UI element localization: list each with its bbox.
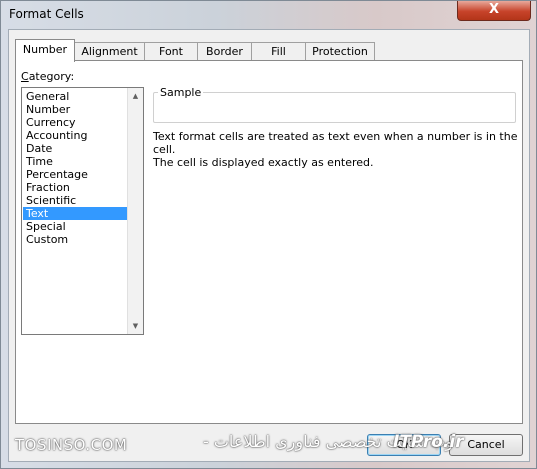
- dialog-title: Format Cells: [9, 7, 84, 21]
- scroll-down-icon[interactable]: ▼: [128, 318, 143, 334]
- scroll-up-icon[interactable]: ▲: [128, 88, 143, 104]
- category-list: General Number Currency Accounting Date Time P…: [23, 90, 127, 246]
- description-line-2: The cell is displayed exactly as entered…: [153, 156, 374, 169]
- tab-protection[interactable]: Protection: [305, 42, 375, 61]
- number-tab-panel: Category: General Number Currency Accountin…: [15, 60, 523, 424]
- tab-fill[interactable]: Fill: [251, 42, 306, 61]
- cancel-button[interactable]: Cancel: [449, 434, 523, 456]
- description-line-1: Text format cells are treated as text ev…: [153, 130, 518, 156]
- category-item-currency[interactable]: Currency: [23, 116, 127, 129]
- format-cells-dialog: Format Cells X Number Alignment Font Bor…: [0, 0, 537, 469]
- category-item-general[interactable]: General: [23, 90, 127, 103]
- close-icon: X: [488, 2, 500, 17]
- category-item-date[interactable]: Date: [23, 142, 127, 155]
- tab-border[interactable]: Border: [197, 42, 252, 61]
- dialog-client-area: Number Alignment Font Border Fill Protec…: [8, 29, 530, 462]
- close-button[interactable]: X: [457, 1, 531, 21]
- category-item-special[interactable]: Special: [23, 220, 127, 233]
- category-item-number[interactable]: Number: [23, 103, 127, 116]
- category-item-percentage[interactable]: Percentage: [23, 168, 127, 181]
- format-description: Text format cells are treated as text ev…: [153, 130, 518, 169]
- tab-font[interactable]: Font: [144, 42, 198, 61]
- category-item-fraction[interactable]: Fraction: [23, 181, 127, 194]
- tab-number[interactable]: Number: [15, 39, 75, 62]
- category-item-text[interactable]: Text: [23, 207, 127, 220]
- sample-group: Sample: [153, 86, 516, 123]
- title-bar[interactable]: Format Cells X: [1, 1, 536, 29]
- category-scrollbar[interactable]: ▲ ▼: [127, 88, 143, 334]
- category-item-scientific[interactable]: Scientific: [23, 194, 127, 207]
- category-item-accounting[interactable]: Accounting: [23, 129, 127, 142]
- sample-label: Sample: [158, 86, 204, 99]
- ok-button[interactable]: OK: [367, 434, 441, 456]
- category-label: Category:: [21, 70, 75, 83]
- category-item-time[interactable]: Time: [23, 155, 127, 168]
- category-listbox[interactable]: General Number Currency Accounting Date Time P…: [21, 87, 144, 335]
- tab-alignment[interactable]: Alignment: [74, 42, 145, 61]
- category-item-custom[interactable]: Custom: [23, 233, 127, 246]
